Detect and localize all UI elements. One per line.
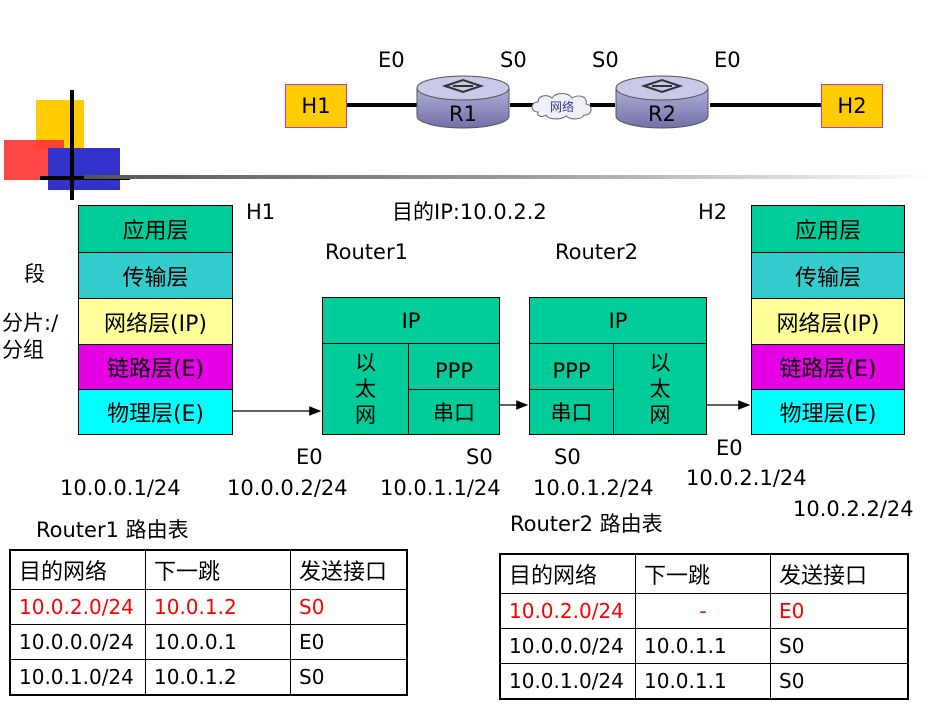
topo-host-h1: H1 (285, 84, 347, 128)
table1-cell: 10.0.1.2 (145, 659, 291, 696)
table1-title: Router1 路由表 (36, 518, 189, 542)
topo-host-h2: H2 (821, 84, 883, 128)
stack-right-application: 应用层 (751, 205, 905, 253)
table2-header-nexthop: 下一跳 (635, 553, 771, 594)
router2-ppp: PPP (530, 344, 614, 390)
addr-h2: 10.0.2.2/24 (793, 497, 914, 521)
addr-r1-e0: 10.0.0.2/24 (227, 476, 348, 500)
host-h1-label: H1 (246, 200, 276, 224)
stack-right-transport: 传输层 (751, 252, 905, 299)
router-r2-label: R2 (648, 102, 676, 126)
table2-cell: E0 (770, 593, 909, 629)
router-r1-label: R1 (449, 102, 477, 126)
table2-cell: - (635, 593, 771, 629)
stack-left-network: 网络层(IP) (78, 298, 233, 345)
addr-r2-e0: 10.0.2.1/24 (686, 466, 807, 490)
table1-cell: 10.0.2.0/24 (9, 589, 146, 625)
dest-ip-label: 目的IP:10.0.2.2 (392, 200, 547, 224)
table2-cell: 10.0.1.1 (635, 628, 771, 664)
table1-cell: 10.0.0.0/24 (9, 624, 146, 660)
table-row: 10.0.1.0/24 10.0.1.2 S0 (9, 659, 408, 696)
table1-header-nexthop: 下一跳 (145, 549, 291, 590)
table1-header-dest: 目的网络 (9, 549, 146, 590)
topo-r1-s0: S0 (500, 48, 527, 72)
topo-h1-e0: E0 (378, 48, 405, 72)
stack-right-link: 链路层(E) (751, 344, 905, 390)
table1-cell: S0 (290, 659, 408, 696)
router1-title: Router1 (325, 240, 408, 264)
table-row: 10.0.1.0/24 10.0.1.1 S0 (499, 663, 909, 700)
router1-ppp: PPP (409, 344, 499, 390)
router-r1-icon: R1 (415, 72, 511, 130)
fragment-label: 分片:/ (2, 311, 59, 335)
stack-left-link: 链路层(E) (78, 344, 233, 390)
table1-cell: E0 (290, 624, 408, 660)
router2-title: Router2 (555, 240, 638, 264)
table1-header-iface: 发送接口 (290, 549, 408, 590)
network-cloud-icon: 网络 (530, 92, 594, 120)
network-cloud-label: 网络 (549, 100, 574, 114)
table2-cell: 10.0.1.1 (635, 663, 771, 700)
segment-label: 段 (24, 262, 45, 286)
table2-cell: S0 (770, 663, 909, 700)
table1-cell: 10.0.1.0/24 (9, 659, 146, 696)
port-r2-e0: E0 (716, 436, 743, 460)
table-header-row: 目的网络 下一跳 发送接口 (499, 553, 909, 594)
addr-r1-s0: 10.0.1.1/24 (380, 476, 501, 500)
stack-left-transport: 传输层 (78, 252, 233, 299)
port-r1-s0: S0 (466, 445, 493, 469)
table2-header-iface: 发送接口 (770, 553, 909, 594)
router-r2-icon: R2 (614, 72, 710, 130)
table1-cell: 10.0.1.2 (145, 589, 291, 625)
router2-routing-table: 目的网络 下一跳 发送接口 10.0.2.0/24 - E0 10.0.0.0/… (499, 553, 909, 700)
router1-eth-char-1: 以 (355, 351, 376, 375)
stack-left-application: 应用层 (78, 205, 233, 253)
table2-cell: 10.0.1.0/24 (499, 663, 636, 700)
topo-r2-e0: E0 (714, 48, 741, 72)
table-header-row: 目的网络 下一跳 发送接口 (9, 549, 408, 590)
table-row: 10.0.2.0/24 10.0.1.2 S0 (9, 589, 408, 625)
port-r1-e0: E0 (296, 445, 323, 469)
table2-cell: S0 (770, 628, 909, 664)
table-row: 10.0.2.0/24 - E0 (499, 593, 909, 629)
stack-right-network: 网络层(IP) (751, 298, 905, 345)
table1-cell: S0 (290, 589, 408, 625)
table1-cell: 10.0.0.1 (145, 624, 291, 660)
port-r2-s0: S0 (554, 445, 581, 469)
title-rule (84, 175, 935, 179)
router1-routing-table: 目的网络 下一跳 发送接口 10.0.2.0/24 10.0.1.2 S0 10… (9, 549, 408, 696)
table2-cell: 10.0.2.0/24 (499, 593, 636, 629)
table2-header-dest: 目的网络 (499, 553, 636, 594)
host-h2-label: H2 (698, 200, 728, 224)
table-row: 10.0.0.0/24 10.0.1.1 S0 (499, 628, 909, 664)
router2-eth-char-1: 以 (649, 351, 671, 375)
router2-ip: IP (530, 298, 706, 344)
table2-cell: 10.0.0.0/24 (499, 628, 636, 664)
packet-label: 分组 (2, 338, 44, 362)
addr-h1: 10.0.0.1/24 (60, 476, 181, 500)
topo-r2-s0: S0 (592, 48, 619, 72)
router1-ip: IP (323, 298, 499, 344)
table-row: 10.0.0.0/24 10.0.0.1 E0 (9, 624, 408, 660)
table2-title: Router2 路由表 (510, 512, 663, 536)
flow-arrows (233, 400, 751, 416)
addr-r2-s0: 10.0.1.2/24 (533, 476, 654, 500)
